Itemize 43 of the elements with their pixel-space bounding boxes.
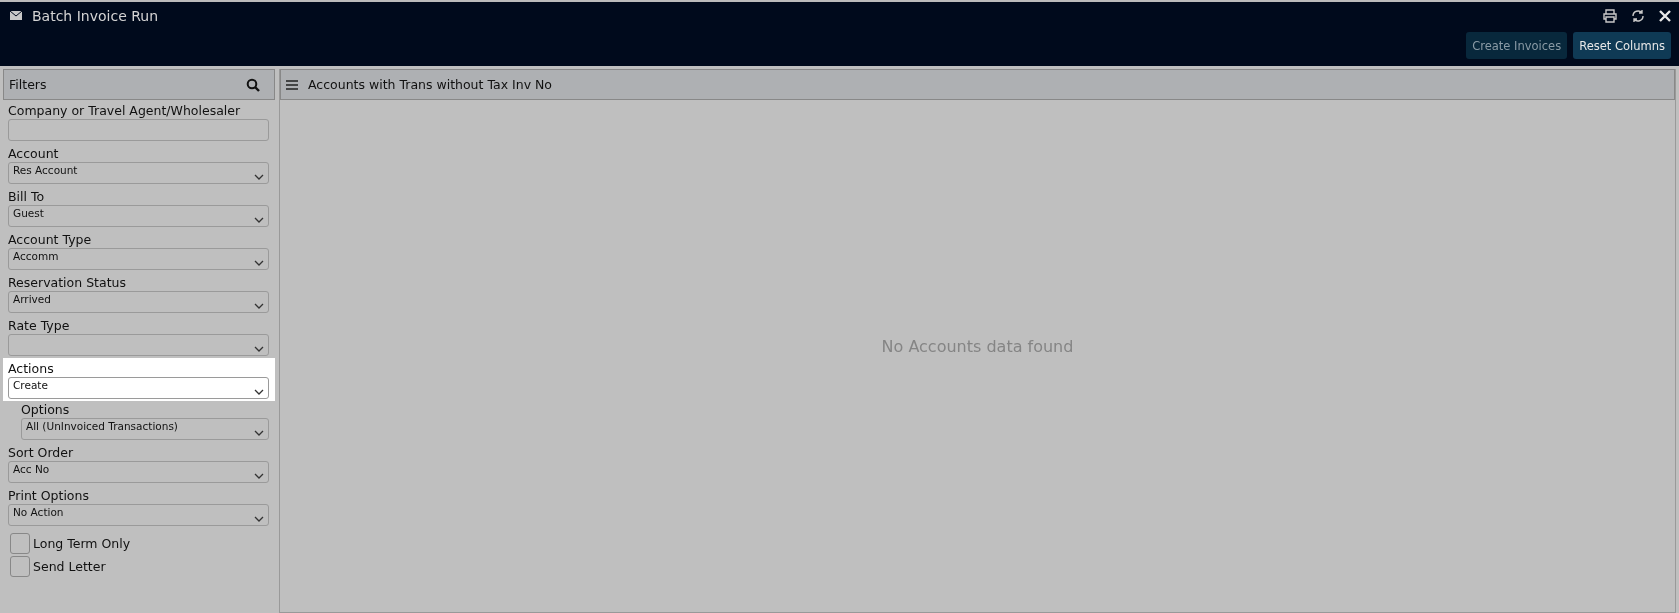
field-label: Sort Order [8,444,75,461]
dropdown[interactable]: All (UnInvoiced Transactions) [21,418,269,440]
print-icon[interactable] [1603,8,1617,23]
checkbox[interactable] [10,556,30,577]
dropdown[interactable]: Acc No [8,461,269,483]
chevron-icon [254,260,264,266]
window-title: Batch Invoice Run [32,7,159,24]
close-icon[interactable] [1659,9,1671,22]
field-label: Company or Travel Agent/Wholesaler [8,102,242,119]
field-label: Options [21,401,71,418]
chevron-icon [254,430,264,436]
dropdown[interactable]: No Action [8,504,269,526]
field-label: Bill To [8,188,46,205]
toolbar-button[interactable]: Reset Columns [1573,32,1671,59]
panel-title: Accounts with Trans without Tax Inv No [308,77,552,92]
chevron-icon [254,217,264,223]
dropdown[interactable]: Arrived [8,291,269,313]
field-label: Account [8,145,60,162]
field-label: Account Type [8,231,93,248]
chevron-icon [254,516,264,522]
dropdown[interactable]: Guest [8,205,269,227]
refresh-icon[interactable] [1631,8,1645,23]
input-field[interactable] [8,119,269,141]
panel-title: Filters [9,77,47,92]
field-label: Actions [8,360,55,377]
chevron-icon [254,174,264,180]
field-label: Reservation Status [8,274,127,291]
chevron-icon [254,346,264,352]
checkbox[interactable] [10,533,30,554]
checkbox-label: Long Term Only [33,536,131,551]
chevron-icon [254,389,264,395]
field-label: Print Options [8,487,90,504]
envelope-icon [10,11,22,20]
menu-icon[interactable] [286,79,298,90]
checkbox-label: Send Letter [33,559,106,574]
search-icon[interactable] [246,77,260,92]
chevron-icon [254,473,264,479]
dropdown[interactable]: Res Account [8,162,269,184]
empty-message: No Accounts data found [881,336,1074,356]
chevron-icon [254,303,264,309]
dropdown[interactable]: Create [8,377,269,399]
field-label: Rate Type [8,317,71,334]
dropdown[interactable]: Accomm [8,248,269,270]
